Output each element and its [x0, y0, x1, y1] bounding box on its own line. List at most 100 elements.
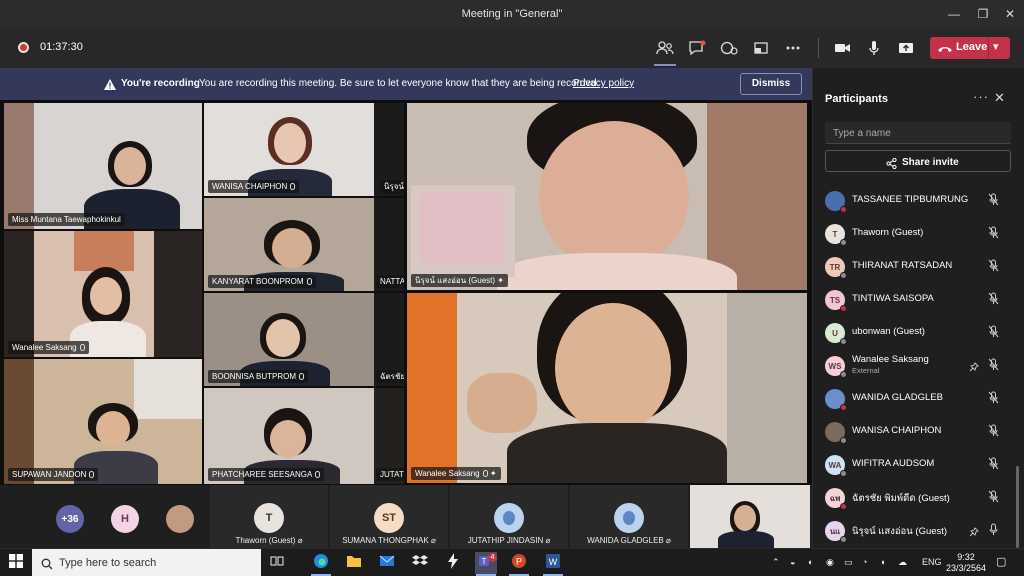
video-tile[interactable]: Wanalee Saksang ✦ [407, 293, 807, 483]
participant-row[interactable]: T Thaworn (Guest) [813, 217, 1023, 250]
self-preview-video [411, 185, 515, 277]
meeting-toolbar: 01:37:30 Leave ▾ [0, 28, 1024, 68]
strip-name-label: SUMANA THONGPHAK ⌀ [342, 536, 436, 545]
mic-muted-icon[interactable] [988, 424, 999, 442]
pin-icon: ✦ [497, 276, 504, 285]
panel-scrollbar[interactable] [1016, 466, 1019, 548]
notification-center-icon[interactable]: ▢ [996, 555, 1006, 568]
strip-video-tile[interactable] [690, 485, 810, 548]
battery-icon[interactable]: ▭ [844, 557, 853, 568]
share-screen-button[interactable] [893, 36, 919, 60]
video-tile[interactable]: Miss Muntana Taewaphokinkul [4, 103, 202, 229]
mic-muted-icon[interactable] [988, 193, 999, 211]
mail-icon [379, 554, 395, 572]
task-view-button[interactable] [266, 552, 288, 574]
taskbar-mail[interactable] [376, 552, 398, 574]
tray-app-icon[interactable]: ◉ [826, 557, 834, 568]
panel-more-button[interactable]: ··· [973, 89, 989, 104]
taskbar-edge[interactable] [310, 552, 332, 574]
minimize-button[interactable]: — [943, 4, 965, 24]
participant-row[interactable]: WA WIFITRA AUDSOM [813, 448, 1023, 481]
mic-muted-icon[interactable] [988, 259, 999, 277]
taskbar-app[interactable] [442, 552, 464, 574]
participant-row[interactable]: TS TINTIWA SAISOPA [813, 283, 1023, 316]
avatar[interactable] [166, 505, 194, 533]
pin-icon[interactable] [969, 524, 979, 542]
mic-muted-icon[interactable] [988, 226, 999, 244]
show-hidden-icons-chevron-up-icon[interactable]: ⌃ [772, 557, 780, 568]
toolbar-separator [818, 38, 819, 58]
show-chat-button[interactable] [684, 36, 710, 60]
start-button[interactable] [5, 552, 27, 574]
mic-muted-icon[interactable] [988, 523, 999, 541]
maximize-button[interactable]: ❐ [972, 4, 994, 24]
reactions-button[interactable] [716, 36, 742, 60]
presence-status-icon [840, 206, 847, 213]
strip-tile[interactable]: JUTATHIP JINDASIN ⌀ [450, 485, 568, 548]
participant-row[interactable]: TASSANEE TIPBUMRUNG [813, 184, 1023, 217]
share-invite-button[interactable]: Share invite [825, 150, 1011, 172]
mic-muted-icon [482, 470, 488, 477]
privacy-policy-link[interactable]: Privacy policy [573, 78, 634, 89]
video-tile[interactable]: SUPAWAN JANDON [4, 359, 202, 484]
show-participants-button[interactable] [652, 36, 678, 60]
mic-muted-icon[interactable] [988, 457, 999, 475]
participant-row[interactable]: WANISA CHAIPHON [813, 415, 1023, 448]
task-view-icon [270, 554, 284, 572]
warning-icon [104, 77, 116, 95]
camera-button[interactable] [829, 36, 855, 60]
video-tile[interactable]: นิรุจน์ แสงอ่อน (Guest) ✦ [407, 103, 807, 290]
dismiss-button[interactable]: Dismiss [740, 73, 802, 95]
participant-row[interactable]: TR THIRANAT RATSADAN [813, 250, 1023, 283]
onedrive-icon[interactable]: ☁ [898, 557, 907, 568]
taskbar-clock[interactable]: 9:32 23/3/2564 [944, 552, 988, 574]
breakout-rooms-button[interactable] [748, 36, 774, 60]
more-actions-button[interactable] [780, 36, 806, 60]
strip-tile[interactable]: ST SUMANA THONGPHAK ⌀ [330, 485, 448, 548]
video-tile[interactable]: BOONNISA BUTPROM ฉัตรชัย [204, 293, 404, 386]
taskbar-file-explorer[interactable] [343, 552, 365, 574]
avatar [825, 191, 847, 213]
taskbar-dropbox[interactable] [409, 552, 431, 574]
leave-options-chevron-down-icon[interactable]: ▾ [993, 40, 999, 53]
participant-row[interactable]: นแ นิรุจน์ แสงอ่อน (Guest) [813, 514, 1023, 547]
participant-name: TINTIWA SAISOPA [852, 293, 934, 304]
close-window-button[interactable]: ✕ [999, 4, 1021, 24]
mic-muted-icon[interactable] [988, 391, 999, 409]
participant-name-label: Wanalee Saksang [8, 341, 89, 354]
taskbar-search-box[interactable]: Type here to search [32, 549, 261, 576]
mic-muted-icon[interactable] [988, 292, 999, 310]
svg-text:T: T [482, 557, 487, 566]
presence-status-icon [840, 404, 847, 411]
taskbar-word[interactable]: W [542, 552, 564, 574]
leave-button[interactable]: Leave ▾ [930, 37, 1010, 59]
video-tile[interactable]: KANYARAT BOONPROM NATTA [204, 198, 404, 291]
rooms-icon [752, 40, 770, 56]
pin-icon[interactable] [969, 359, 979, 377]
tray-app-icon[interactable]: ◐ [808, 557, 813, 567]
participant-row[interactable]: Uubonwan (Guest) [813, 316, 1023, 349]
video-tile[interactable]: Wanalee Saksang [4, 231, 202, 357]
mic-muted-icon[interactable] [988, 490, 999, 508]
panel-close-button[interactable]: ✕ [994, 90, 1005, 106]
language-indicator[interactable]: ENG [922, 557, 942, 567]
participant-row[interactable]: ฉพ ฉัตรชัย พิมพ์ดีด (Guest) [813, 481, 1023, 514]
taskbar-powerpoint[interactable]: P [508, 552, 530, 574]
strip-tile[interactable]: T Thaworn (Guest) ⌀ [210, 485, 328, 548]
mic-muted-icon[interactable] [988, 358, 999, 376]
video-tile[interactable]: WANISA CHAIPHON นิรุจน์ [204, 103, 404, 196]
participant-row[interactable]: WANIDA GLADGLEB [813, 382, 1023, 415]
taskbar-teams[interactable]: T 4 [475, 552, 497, 574]
mic-button[interactable] [861, 36, 887, 60]
participant-name-label: Miss Muntana Taewaphokinkul [8, 213, 125, 226]
strip-tile[interactable]: WANIDA GLADGLEB ⌀ [570, 485, 688, 548]
tray-app-icon[interactable]: ◒ [790, 557, 795, 567]
overflow-participants-button[interactable]: +36 [56, 505, 84, 533]
participant-search-input[interactable]: Type a name [825, 122, 1011, 144]
participant-row[interactable]: WS Wanalee Saksang External [813, 349, 1023, 382]
volume-icon[interactable]: ◖ [880, 557, 885, 567]
mic-muted-icon[interactable] [988, 325, 999, 343]
video-tile[interactable]: PHATCHAREE SEESANGA JUTAT [204, 388, 404, 484]
avatar[interactable]: H [111, 505, 139, 533]
network-icon[interactable]: ◔ [862, 557, 867, 567]
